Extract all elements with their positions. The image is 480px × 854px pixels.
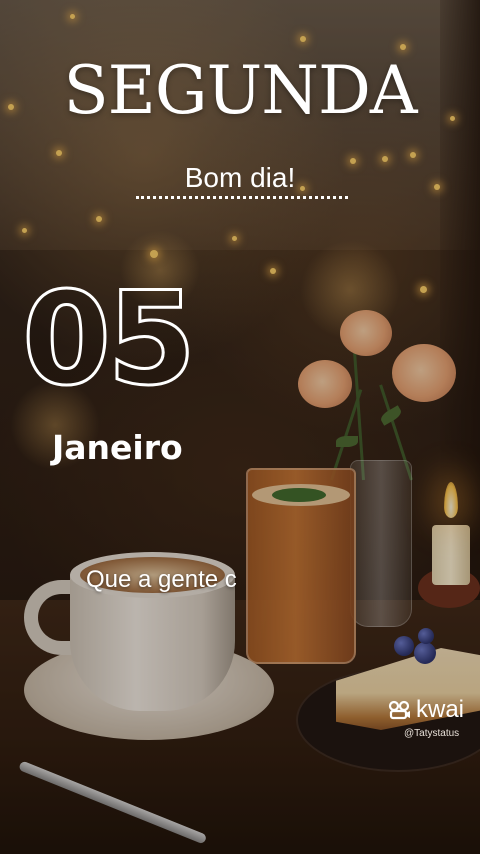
dotted-divider — [136, 196, 348, 199]
month-label: Janeiro — [52, 428, 183, 467]
greeting-text: Bom dia! — [184, 162, 296, 193]
kwai-logo-icon — [388, 700, 410, 720]
typing-phrase: Que a gente c — [86, 566, 237, 593]
kwai-brand-text: kwai — [416, 696, 465, 723]
weekday-title: SEGUNDA — [63, 52, 417, 129]
day-number: 05 — [21, 265, 198, 414]
creator-handle: @Tatystatus — [404, 728, 460, 739]
kwai-watermark: kwai — [388, 698, 464, 722]
